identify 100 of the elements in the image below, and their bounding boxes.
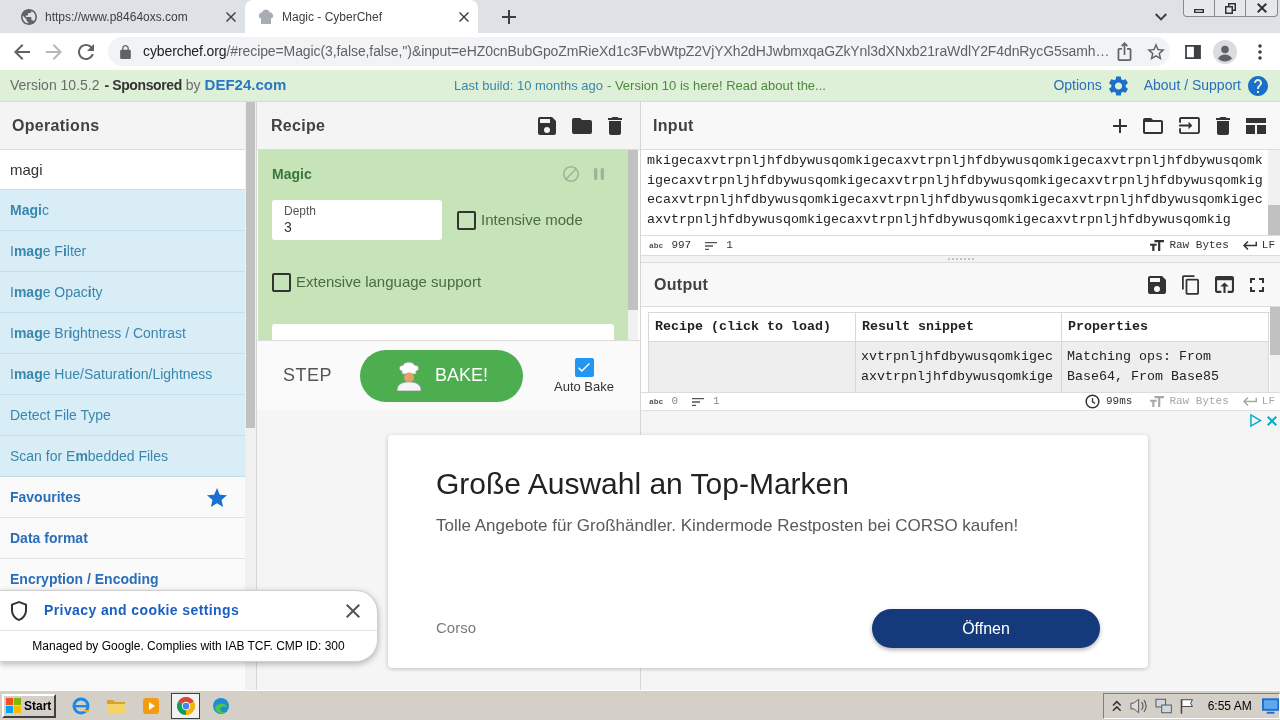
taskbar-app-button[interactable] <box>171 692 200 719</box>
reload-icon[interactable] <box>78 43 94 60</box>
encoding-button[interactable]: Raw Bytes <box>1150 237 1229 254</box>
side-panel-icon[interactable] <box>1185 44 1201 59</box>
chevron-up-icon[interactable] <box>1112 699 1122 712</box>
scrollbar-thumb[interactable] <box>1270 307 1280 355</box>
drag-handle-icon[interactable] <box>947 258 974 260</box>
trash-icon[interactable] <box>1216 116 1230 135</box>
close-icon[interactable] <box>459 11 469 22</box>
news-link[interactable]: - Version 10 is here! Read about the... <box>606 75 826 96</box>
chevron-down-icon[interactable] <box>1155 12 1167 21</box>
panel-title: Recipe <box>271 115 326 136</box>
menu-icon[interactable] <box>1258 43 1262 60</box>
column-header: Result snippet <box>856 313 1062 342</box>
import-arrow-icon[interactable] <box>1179 117 1200 134</box>
privacy-settings-link[interactable]: Privacy and cookie settings <box>44 600 240 621</box>
fullscreen-icon[interactable] <box>1250 277 1264 292</box>
back-arrow-icon[interactable] <box>14 43 30 60</box>
minimize-icon <box>1194 8 1204 13</box>
trash-icon[interactable] <box>608 116 622 135</box>
field-label: Depth <box>284 204 318 218</box>
checkbox[interactable] <box>574 357 594 377</box>
help-icon <box>1248 75 1268 96</box>
checkbox-label: Intensive mode <box>481 209 583 230</box>
text-size-icon <box>1150 240 1165 251</box>
ad-text: Tolle Angebote für Großhändler. Kindermode Restposten bei CORSO kaufen! <box>436 515 1020 537</box>
operation-item[interactable]: Scan for Embedded Files <box>0 436 245 477</box>
check-icon <box>578 362 590 372</box>
folder-icon <box>106 698 125 713</box>
browser-icon <box>211 696 230 715</box>
number-field[interactable]: Depth 3 <box>272 200 442 240</box>
save-icon[interactable] <box>538 116 556 135</box>
minimize-button[interactable] <box>1183 0 1215 17</box>
open-button[interactable]: Öffnen <box>872 609 1100 648</box>
operation-item[interactable]: Image Brightness / Contrast <box>0 313 245 354</box>
layout-icon[interactable] <box>1246 117 1266 134</box>
flag-icon[interactable] <box>1180 697 1194 714</box>
operation-item[interactable]: Detect File Type <box>0 395 245 436</box>
scrollbar-thumb[interactable] <box>246 102 255 428</box>
folder-icon[interactable] <box>572 117 592 134</box>
scrollbar-thumb[interactable] <box>628 150 638 310</box>
header-link[interactable]: Options <box>1053 75 1128 96</box>
table-cell: Matching ops: From Base64, From Base85 <box>1062 342 1269 392</box>
ad-headline: Große Auswahl an Top-Marken <box>436 466 850 502</box>
version-label: Version 10.5.2 <box>10 76 100 96</box>
operation-item[interactable]: Image Hue/Saturation/Lightness <box>0 354 245 395</box>
panel-title: Output <box>654 274 709 295</box>
sponsored-label: - Sponsored <box>104 76 182 96</box>
close-icon[interactable] <box>226 11 236 22</box>
category-item[interactable]: Favourites <box>0 477 245 518</box>
length-icon: abc <box>649 240 664 251</box>
save-icon[interactable] <box>1148 275 1166 294</box>
operation-item[interactable]: Image Filter <box>0 231 245 272</box>
sponsor-link[interactable]: DEF24.com <box>204 74 287 97</box>
panel-title: Operations <box>12 115 100 136</box>
monitor-icon[interactable] <box>1261 697 1279 714</box>
advertiser-name: Corso <box>436 618 476 639</box>
input-text: mkigecaxvtrpnljhfdbywusqomkigecaxvtrpnljhfdbywusqomkigecaxvtrpnljhfdbywusqomkigecaxvtrpnljhfdbywusqomkigecaxvtrpnljhfdbywusqomkigecaxvtrpnljhfdbywusqomkigecaxvtrpnljhfdbywusqomkigecaxvtrpnljhfdbywusqomkigecaxvtrpnljhfdbywusqomkigecaxvtrpnljhfdbywusqomkigecaxvtrpnljhfdbywusqomkigecaxvtrpnljhfdbywusqomkig <box>647 152 1263 230</box>
by-label: by <box>185 76 201 96</box>
folder-icon[interactable] <box>1143 117 1163 134</box>
speaker-icon[interactable] <box>1129 697 1147 714</box>
header-link[interactable]: About / Support <box>1143 75 1268 96</box>
close-icon[interactable] <box>346 603 360 618</box>
build-link[interactable]: Last build: 10 months ago <box>454 75 603 96</box>
address-bar[interactable]: cyberchef.org/#recipe=Magic(3,false,false,'')&input=eHZ0cnBubGpoZmRieXd1c3FvbWtpZ2VjYXh2dHJwbmxqaGZkYnl3dXNxb21raWdlY2F4dnRycG5samh… <box>108 37 1170 66</box>
checkbox-label: Auto Bake <box>554 378 614 394</box>
new-tab-icon[interactable] <box>502 9 516 24</box>
plus-icon[interactable] <box>1113 118 1127 133</box>
settings-icon <box>1108 75 1128 96</box>
step-button[interactable]: STEP <box>283 362 332 389</box>
bake-button[interactable]: BAKE! <box>360 349 523 402</box>
text-size-icon <box>1150 396 1165 407</box>
open-in-input-icon[interactable] <box>1215 276 1234 293</box>
column-header: Recipe (click to load) <box>649 313 856 342</box>
operation-item[interactable]: Magic <box>0 190 245 231</box>
close-window-button[interactable] <box>1246 0 1278 17</box>
star-outline-icon[interactable] <box>1147 43 1166 60</box>
share-icon[interactable] <box>1117 42 1133 61</box>
network-icon[interactable] <box>1154 697 1173 714</box>
scrollbar-thumb[interactable] <box>1268 205 1280 235</box>
operation-item[interactable]: Image Opacity <box>0 272 245 313</box>
checkbox[interactable] <box>272 272 291 292</box>
copy-icon[interactable] <box>1182 274 1199 295</box>
start-button[interactable]: Start <box>2 693 56 718</box>
close-icon <box>1256 3 1267 13</box>
table-cell[interactable] <box>649 342 856 392</box>
search-field[interactable]: magi <box>0 150 245 190</box>
lock-icon <box>120 44 131 59</box>
profile-avatar-icon[interactable] <box>1213 39 1237 64</box>
chef-icon <box>395 360 423 391</box>
browser-tab[interactable]: Magic - CyberChef <box>245 0 478 33</box>
clock-icon <box>1084 394 1100 409</box>
bake-time: 99ms <box>1105 394 1133 410</box>
line-ending-button[interactable]: LF <box>1242 237 1275 254</box>
restore-button[interactable] <box>1215 0 1246 17</box>
cookie-notice-text: Managed by Google. Complies with IAB TCF. CMP ID: 300 <box>32 638 345 655</box>
checkbox[interactable] <box>457 210 476 230</box>
restore-icon <box>1224 2 1236 14</box>
lines-count: 1 <box>713 394 720 410</box>
table-cell: xvtrpnljhfdbywusqomkigecaxvtrpnljhfdbywusqomkige <box>856 342 1062 392</box>
